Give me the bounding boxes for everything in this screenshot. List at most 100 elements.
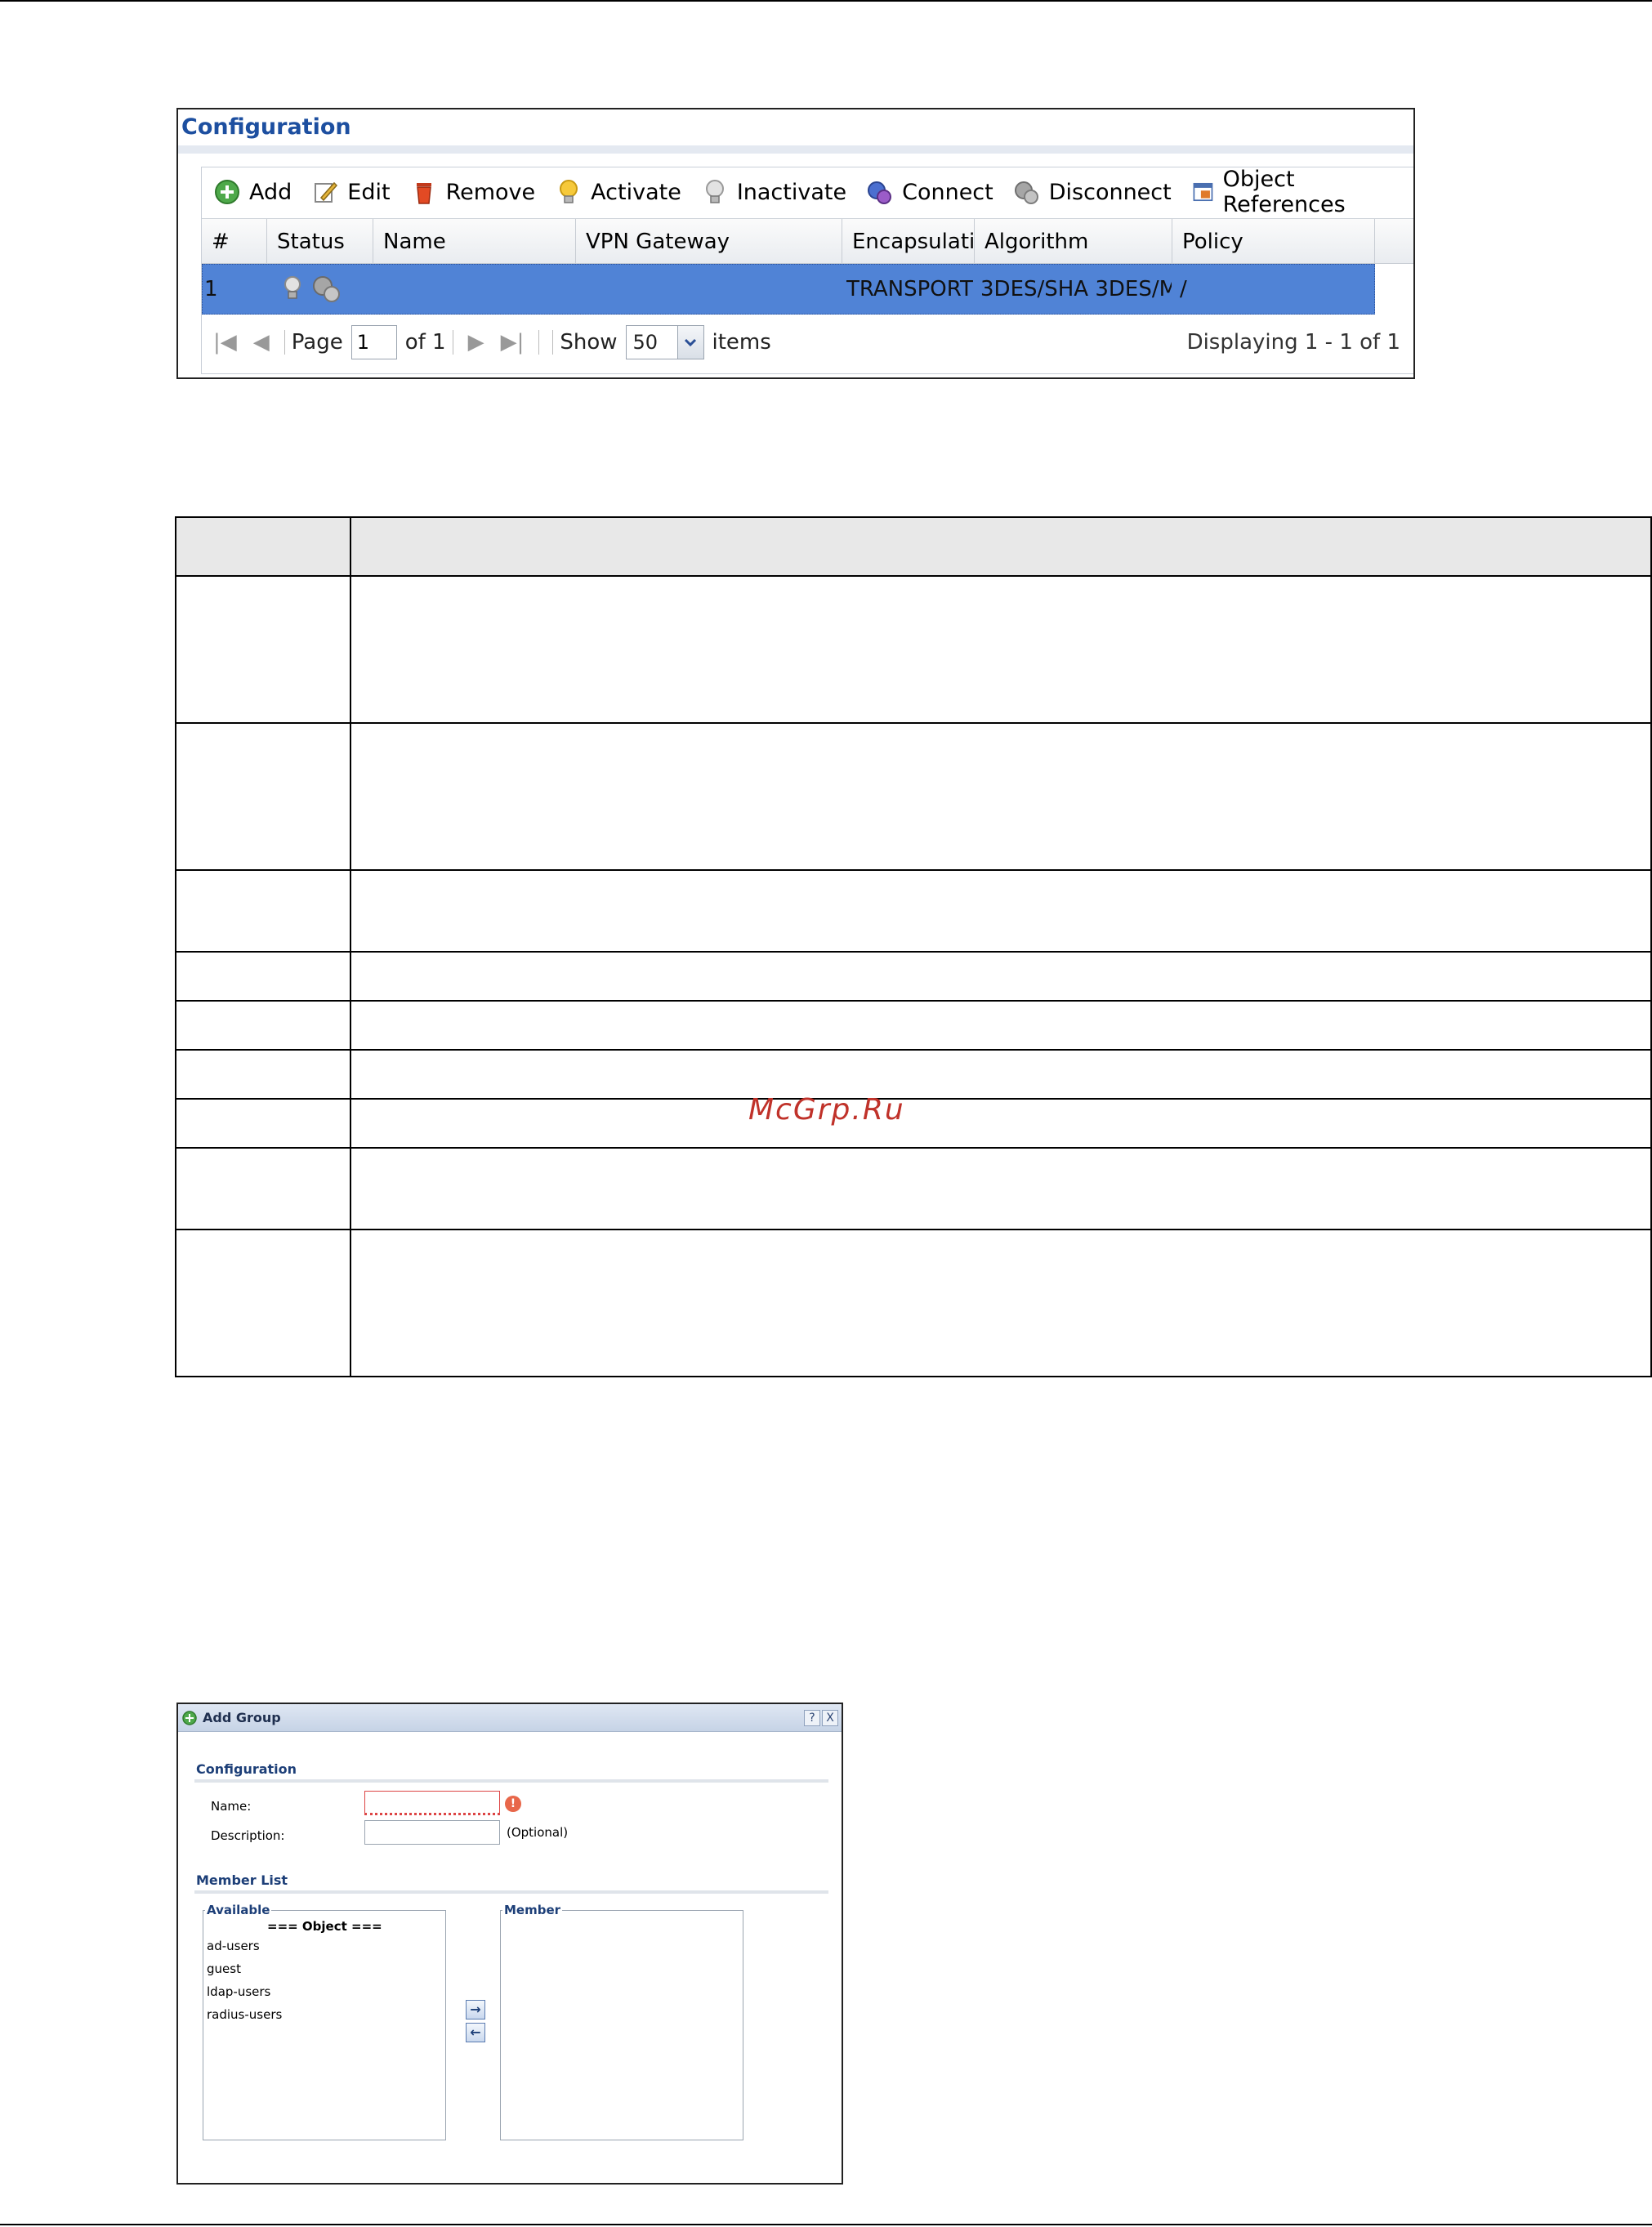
show-label: Show — [560, 330, 618, 355]
table-row — [175, 869, 1652, 953]
last-page-icon[interactable]: ▶| — [501, 330, 525, 355]
table-row — [175, 951, 1652, 1002]
connect-label: Connect — [902, 179, 993, 205]
table-cell — [175, 575, 351, 724]
pager-divider — [284, 330, 285, 355]
add-button[interactable]: Add — [213, 178, 292, 206]
column-header-vpn-gateway[interactable]: VPN Gateway — [576, 219, 842, 265]
table-row — [175, 1098, 1652, 1149]
table-header-row — [175, 516, 1652, 577]
table-cell — [175, 1000, 351, 1051]
pager-divider — [552, 330, 554, 355]
activate-button[interactable]: Activate — [555, 178, 681, 206]
row-index: 1 — [204, 277, 218, 301]
column-header-status[interactable]: Status — [267, 219, 373, 265]
list-item[interactable]: radius-users — [207, 2007, 282, 2022]
activate-label: Activate — [591, 179, 681, 205]
list-item[interactable]: ad-users — [207, 1939, 260, 1953]
list-item[interactable]: ldap-users — [207, 1984, 270, 1999]
row-name — [384, 265, 580, 314]
title-separator — [178, 145, 1413, 154]
table-row — [175, 1000, 1652, 1051]
table-cell — [175, 869, 351, 953]
page-number-input[interactable] — [350, 325, 397, 359]
name-field[interactable] — [364, 1791, 500, 1815]
page-bottom-rule — [0, 2224, 1652, 2225]
table-cell — [350, 575, 1652, 724]
pager-divider — [538, 330, 540, 355]
section-divider — [194, 1779, 828, 1783]
disconnect-icon — [313, 276, 340, 302]
inactivate-button[interactable]: Inactivate — [701, 178, 846, 206]
column-header-index[interactable]: # — [202, 219, 267, 265]
items-label: items — [712, 330, 771, 355]
move-right-icon[interactable]: → — [466, 2000, 485, 2019]
connect-icon — [868, 181, 892, 204]
remove-button[interactable]: Remove — [410, 178, 536, 206]
page-top-rule — [0, 0, 1652, 2]
next-page-icon[interactable]: ▶ — [468, 330, 484, 355]
edit-icon — [315, 181, 338, 203]
table-cell — [175, 1098, 351, 1149]
vpn-connection-panel: Add Edit Remove Activate Inactivate Conn… — [201, 167, 1413, 374]
add-icon — [215, 180, 239, 204]
add-label: Add — [249, 179, 292, 205]
description-field[interactable] — [364, 1820, 500, 1845]
previous-page-icon[interactable]: ◀ — [253, 330, 270, 355]
column-header-encapsulation[interactable]: Encapsulation — [842, 219, 975, 265]
remove-label: Remove — [445, 179, 536, 205]
column-header-policy[interactable]: Policy — [1172, 219, 1375, 265]
help-icon[interactable]: ? — [804, 1710, 820, 1726]
page-size-select[interactable]: 50 — [625, 325, 704, 359]
close-icon[interactable]: X — [822, 1710, 838, 1726]
member-list-section-title: Member List — [196, 1872, 288, 1888]
table-row — [175, 1049, 1652, 1100]
configuration-section-title: Configuration — [196, 1761, 297, 1777]
row-status — [281, 265, 371, 314]
first-page-icon[interactable]: |◀ — [213, 330, 237, 355]
lightbulb-on-icon — [560, 180, 578, 203]
table-cell — [175, 1229, 351, 1377]
object-references-label: Object References — [1222, 167, 1346, 217]
member-legend: Member — [502, 1903, 563, 1917]
table-cell — [350, 1229, 1652, 1377]
disconnect-icon — [1014, 181, 1038, 204]
table-cell — [175, 1147, 351, 1230]
display-count: Displaying 1 - 1 of 1 — [1186, 330, 1400, 355]
available-legend: Available — [205, 1903, 272, 1917]
column-header-name[interactable]: Name — [373, 219, 576, 265]
available-list[interactable]: Available === Object === ad-users guest … — [203, 1903, 446, 2140]
dialog-tools: ? X — [802, 1710, 838, 1726]
dialog-title-bar: Add Group ? X — [178, 1704, 842, 1732]
page-count-label: of 1 — [404, 330, 446, 355]
pagination-bar: |◀ ◀ Page of 1 ▶ ▶| Show 50 items Displa… — [202, 318, 1413, 367]
table-cell — [350, 1098, 1652, 1149]
table-cell — [175, 516, 351, 577]
table-cell — [175, 1049, 351, 1100]
page-size-value: 50 — [632, 331, 659, 354]
grid-header: # Status Name VPN Gateway Encapsulation … — [202, 218, 1413, 265]
member-list[interactable]: Member — [500, 1903, 743, 2140]
table-row[interactable]: 1 TRANSPORT 3DES/SHA 3DES/MD5 / — [202, 264, 1375, 315]
table-cell — [350, 1000, 1652, 1051]
table-cell — [350, 722, 1652, 871]
table-row — [175, 1147, 1652, 1230]
table-row — [175, 575, 1652, 724]
table-cell — [350, 516, 1652, 577]
disconnect-button[interactable]: Disconnect — [1013, 178, 1172, 206]
object-references-button[interactable]: Object References — [1191, 167, 1394, 217]
edit-button[interactable]: Edit — [311, 178, 391, 206]
list-item[interactable]: guest — [207, 1961, 241, 1976]
configuration-screenshot: Configuration Add Edit Remove Activate I… — [176, 108, 1415, 379]
column-header-algorithm[interactable]: Algorithm — [975, 219, 1172, 265]
section-divider — [194, 1890, 828, 1894]
table-row — [175, 722, 1652, 871]
lightbulb-off-icon — [284, 276, 301, 299]
move-left-icon[interactable]: ← — [466, 2023, 485, 2042]
add-group-dialog: Add Group ? X Configuration Name: ! Desc… — [176, 1703, 843, 2185]
connect-button[interactable]: Connect — [866, 178, 993, 206]
toolbar: Add Edit Remove Activate Inactivate Conn… — [202, 167, 1413, 217]
chevron-down-icon[interactable] — [676, 326, 703, 359]
edit-label: Edit — [347, 179, 391, 205]
row-policy: / — [1180, 277, 1187, 301]
